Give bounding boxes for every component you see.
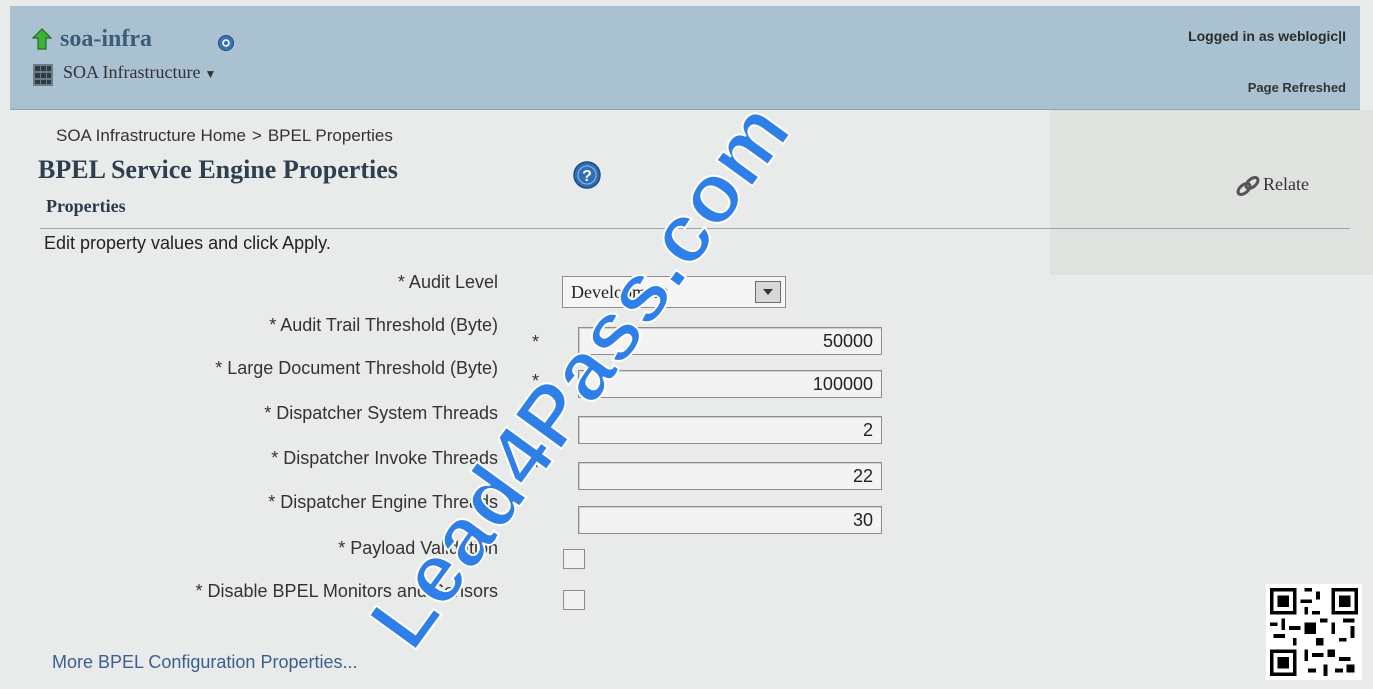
logged-in-user: Logged in as weblogic|I [1188,28,1346,44]
payload-validation-checkbox[interactable] [563,549,585,569]
breadcrumb-current: BPEL Properties [267,126,393,145]
page-title: BPEL Service Engine Properties [38,155,398,184]
relate-button[interactable]: Relate [1235,174,1309,197]
disable-monitors-checkbox[interactable] [563,590,585,610]
dispatcher-invoke-threads-input[interactable] [578,462,882,490]
dispatcher-system-threads-input[interactable] [578,416,882,444]
dispatcher-system-threads-label: * Dispatcher System Threads [264,403,498,423]
chevron-down-icon: ▼ [204,67,217,81]
dispatcher-invoke-threads-label: * Dispatcher Invoke Threads [271,448,498,468]
top-header-bar: soa-infra SOA Infrastructure ▼ Logged in … [10,6,1360,110]
app-title[interactable]: soa-infra [60,26,152,53]
svg-text:?: ? [582,168,592,185]
dispatcher-engine-threads-input[interactable] [578,506,882,534]
home-icon[interactable] [32,28,52,50]
large-document-threshold-label: * Large Document Threshold (Byte) [215,358,498,378]
help-icon[interactable]: ? [572,160,602,190]
more-bpel-config-link[interactable]: More BPEL Configuration Properties... [52,652,357,673]
soa-infrastructure-menu[interactable]: SOA Infrastructure ▼ [63,62,216,83]
soa-infrastructure-menu-label: SOA Infrastructure [63,62,201,82]
breadcrumb: SOA Infrastructure Home > BPEL Properties [56,126,393,146]
chain-link-icon [1236,175,1260,196]
dropdown-button[interactable] [755,281,781,303]
target-info-icon[interactable] [217,34,235,52]
relate-label: Relate [1263,174,1309,194]
qr-code-icon [1266,584,1362,680]
breadcrumb-separator: > [251,126,262,145]
audit-trail-threshold-label: * Audit Trail Threshold (Byte) [269,315,498,335]
chevron-down-icon [763,289,773,295]
audit-level-label: * Audit Level [397,272,498,292]
breadcrumb-home-link[interactable]: SOA Infrastructure Home [56,126,246,145]
page-refreshed-label: Page Refreshed [1247,80,1346,95]
instructions-text: Edit property values and click Apply. [44,233,331,253]
context-panel [1050,110,1373,275]
soa-infrastructure-icon [33,64,53,86]
section-title: Properties [46,196,126,216]
